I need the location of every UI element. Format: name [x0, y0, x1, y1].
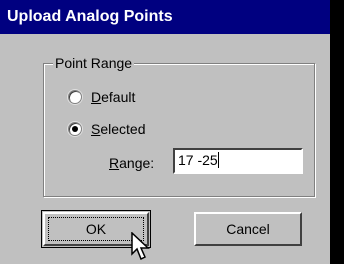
text-caret — [217, 152, 219, 168]
cancel-button-label: Cancel — [226, 221, 270, 237]
default-radio-button[interactable] — [68, 90, 82, 104]
default-radio-label: Default — [91, 89, 136, 105]
ok-button-focus-rect — [48, 217, 144, 241]
range-input-value: 17 -25 — [178, 152, 218, 168]
selected-radio-button[interactable] — [68, 122, 82, 136]
arrow-pointer-icon — [131, 232, 150, 261]
range-label: Range: — [109, 155, 155, 171]
upload-analog-points-dialog: Upload Analog Points Point Range Default… — [0, 0, 330, 264]
point-range-group: Point Range Default Selected Range: 17 -… — [43, 54, 315, 197]
dialog-title: Upload Analog Points — [0, 0, 330, 34]
default-radio-option[interactable]: Default — [68, 87, 135, 107]
selected-radio-option[interactable]: Selected — [68, 119, 146, 139]
selected-radio-label: Selected — [91, 121, 146, 137]
range-input[interactable]: 17 -25 — [173, 148, 303, 174]
point-range-group-label: Point Range — [53, 54, 135, 72]
cancel-button[interactable]: Cancel — [194, 212, 302, 246]
